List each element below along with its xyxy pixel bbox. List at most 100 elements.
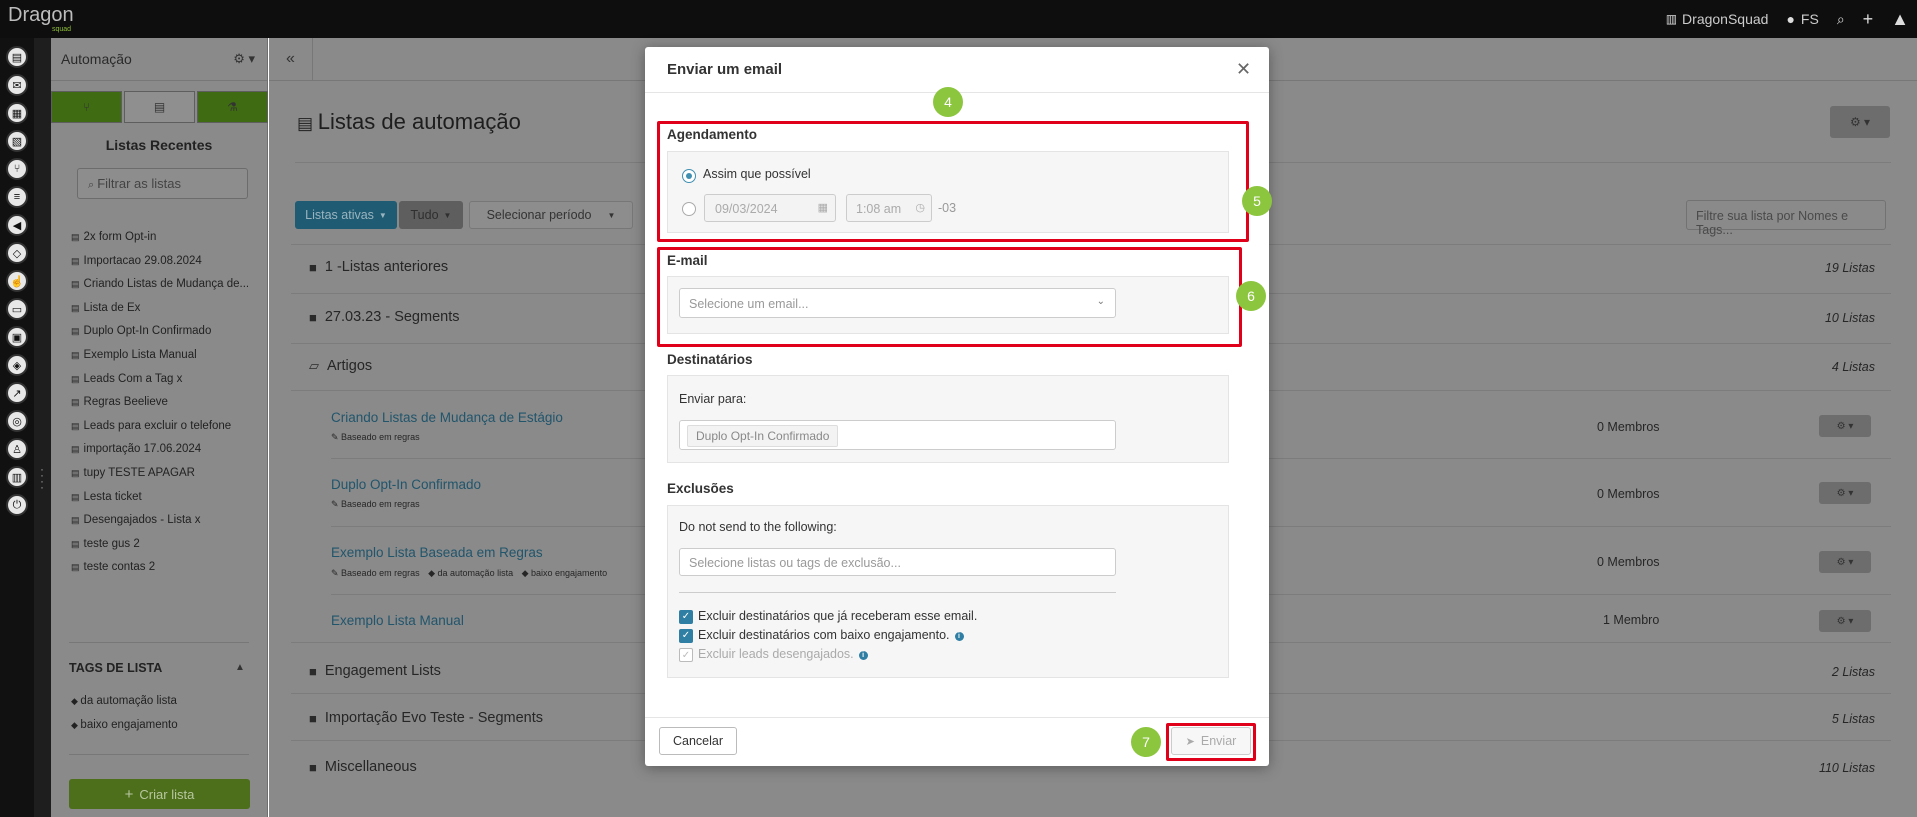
- tab-lists[interactable]: ▤: [124, 91, 195, 123]
- recent-list-item[interactable]: ▤ Leads para excluir o telefone: [71, 420, 261, 444]
- period-select[interactable]: Selecionar período ▼: [469, 201, 633, 229]
- list-link[interactable]: Exemplo Lista Baseada em Regras: [331, 545, 543, 560]
- tag-item[interactable]: ◆ da automação lista: [71, 695, 177, 707]
- megaphone-icon[interactable]: ◀: [6, 214, 28, 236]
- recent-list-item[interactable]: ▤ importação 17.06.2024: [71, 443, 261, 467]
- search-icon[interactable]: ⌕: [1837, 11, 1845, 28]
- tag-icon: ◆: [521, 568, 532, 578]
- paper-plane-icon: ➤: [1185, 735, 1195, 748]
- list-link[interactable]: Exemplo Lista Manual: [331, 613, 464, 628]
- recent-list-item[interactable]: ▤ Exemplo Lista Manual: [71, 349, 261, 373]
- exclude-disengaged-checkbox[interactable]: ✓: [679, 648, 693, 662]
- resize-handle-icon[interactable]: · · · ·: [40, 463, 44, 493]
- row-settings-button[interactable]: ⚙ ▾: [1819, 482, 1871, 504]
- folder-row[interactable]: ■ 1 -Listas anteriores: [309, 259, 448, 275]
- email-box: Selecione um email... ⌄: [667, 276, 1229, 334]
- recent-list-label: Exemplo Lista Manual: [83, 348, 197, 361]
- thumbs-up-icon[interactable]: ☝: [6, 270, 28, 292]
- recent-list-item[interactable]: ▤ Regras Beelieve: [71, 396, 261, 420]
- plus-icon: +: [124, 785, 134, 803]
- folder-row[interactable]: ■ Miscellaneous: [309, 759, 417, 775]
- exclusions-label: Exclusões: [667, 481, 734, 496]
- card-icon[interactable]: ▭: [6, 298, 28, 320]
- user-menu[interactable]: ● FS: [1786, 11, 1818, 27]
- collapse-caret-icon[interactable]: ▲: [235, 662, 245, 673]
- user-initials: FS: [1800, 11, 1819, 27]
- all-dropdown[interactable]: Tudo ▼: [399, 201, 463, 229]
- list-link[interactable]: Duplo Opt-In Confirmado: [331, 477, 481, 492]
- recipient-chip[interactable]: Duplo Opt-In Confirmado: [687, 425, 839, 447]
- list-link[interactable]: Criando Listas de Mudança de Estágio: [331, 410, 563, 425]
- date-input[interactable]: 09/03/2024 ▦: [704, 194, 836, 222]
- time-input[interactable]: 1:08 am ◷: [846, 194, 932, 222]
- recent-list-item[interactable]: ▤ tupy TESTE APAGAR: [71, 467, 261, 491]
- tag-item[interactable]: ◆ baixo engajamento: [71, 719, 178, 731]
- close-icon[interactable]: ✕: [1236, 59, 1251, 80]
- email-select[interactable]: Selecione um email... ⌄: [679, 288, 1116, 318]
- plus-icon[interactable]: +: [1863, 9, 1874, 30]
- divider: [645, 717, 1269, 718]
- step-badge: 7: [1131, 727, 1161, 757]
- folder-row[interactable]: ■ Engagement Lists: [309, 663, 441, 679]
- recent-list-item[interactable]: ▤ 2x form Opt-in: [71, 231, 261, 255]
- sidebar-settings-icon[interactable]: ⚙ ▾: [233, 51, 255, 67]
- gear-icon: ⚙ ▾: [1836, 420, 1854, 432]
- clipboard-icon[interactable]: ▦: [6, 102, 28, 124]
- rail-divider: [34, 38, 51, 817]
- branch-icon[interactable]: ⑂: [6, 158, 28, 180]
- user-plus-icon[interactable]: ♙: [6, 438, 28, 460]
- graduation-icon[interactable]: ◈: [6, 354, 28, 376]
- info-icon[interactable]: i: [858, 651, 868, 660]
- row-settings-button[interactable]: ⚙ ▾: [1819, 415, 1871, 437]
- workspace-menu[interactable]: ▥ DragonSquad: [1666, 11, 1769, 27]
- recent-list-item[interactable]: ▤ Lesta ticket: [71, 491, 261, 515]
- inbox-icon[interactable]: ✉: [6, 74, 28, 96]
- folder-row[interactable]: ■ Importação Evo Teste - Segments: [309, 710, 543, 726]
- recent-list-item[interactable]: ▤ teste contas 2: [71, 561, 261, 585]
- folder-name: Engagement Lists: [324, 663, 441, 679]
- folder-name: Miscellaneous: [324, 759, 417, 775]
- folder-row[interactable]: ■ 27.03.23 - Segments: [309, 309, 459, 325]
- exclude-low-engagement-checkbox[interactable]: ✓: [679, 629, 693, 643]
- cancel-button[interactable]: Cancelar: [659, 727, 737, 755]
- exclude-disengaged-label: Excluir leads desengajados.: [698, 647, 854, 661]
- info-icon[interactable]: i: [954, 632, 964, 641]
- row-settings-button[interactable]: ⚙ ▾: [1819, 551, 1871, 573]
- asap-radio[interactable]: [682, 169, 696, 183]
- collapse-sidebar-button[interactable]: «: [269, 38, 313, 81]
- tab-tests[interactable]: ⚗: [197, 91, 268, 123]
- recipients-input[interactable]: Duplo Opt-In Confirmado: [679, 420, 1116, 450]
- list-filter-input[interactable]: Filtre sua lista por Nomes e Tags...: [1686, 200, 1886, 237]
- recent-list-item[interactable]: ▤ Lista de Ex: [71, 302, 261, 326]
- recent-list-item[interactable]: ▤ Duplo Opt-In Confirmado: [71, 325, 261, 349]
- calendar-icon[interactable]: ▣: [6, 326, 28, 348]
- rocket-icon[interactable]: ▲: [1891, 9, 1909, 30]
- recent-list-item[interactable]: ▤ Leads Com a Tag x: [71, 373, 261, 397]
- folder-row-open[interactable]: ▱ Artigos: [309, 358, 372, 374]
- exclude-received-checkbox[interactable]: ✓: [679, 610, 693, 624]
- plug-icon[interactable]: ⏻: [6, 494, 28, 516]
- tab-flows[interactable]: ⑂: [51, 91, 122, 123]
- recent-list-item[interactable]: ▤ teste gus 2: [71, 538, 261, 562]
- app-logo[interactable]: Dragon squad: [8, 4, 74, 33]
- list-icon[interactable]: ≡: [6, 186, 28, 208]
- page-settings-button[interactable]: ⚙ ▾: [1830, 106, 1890, 138]
- filter-lists-input[interactable]: ⌕ Filtrar as listas: [77, 168, 248, 199]
- active-lists-dropdown[interactable]: Listas ativas ▼: [295, 201, 397, 229]
- row-settings-button[interactable]: ⚙ ▾: [1819, 610, 1871, 632]
- recent-list-item[interactable]: ▤ Criando Listas de Mudança de...: [71, 278, 261, 302]
- send-button[interactable]: ➤ Enviar: [1171, 727, 1251, 755]
- create-list-button[interactable]: + Criar lista: [69, 779, 250, 809]
- send-email-modal: Enviar um email ✕ 4 5 Agendamento Assim …: [645, 47, 1272, 766]
- headset-icon[interactable]: ◎: [6, 410, 28, 432]
- recent-list-item[interactable]: ▤ Desengajados - Lista x: [71, 514, 261, 538]
- shield-icon[interactable]: ◇: [6, 242, 28, 264]
- dashboard-icon[interactable]: ▤: [6, 46, 28, 68]
- recent-list-item[interactable]: ▤ Importacao 29.08.2024: [71, 255, 261, 279]
- scheduled-radio[interactable]: [682, 202, 696, 216]
- exclusion-input[interactable]: Selecione listas ou tags de exclusão...: [679, 548, 1116, 576]
- map-icon[interactable]: ▧: [6, 130, 28, 152]
- bar-chart-icon[interactable]: ▥: [6, 466, 28, 488]
- chart-line-icon[interactable]: ↗: [6, 382, 28, 404]
- asap-label: Assim que possível: [703, 167, 811, 181]
